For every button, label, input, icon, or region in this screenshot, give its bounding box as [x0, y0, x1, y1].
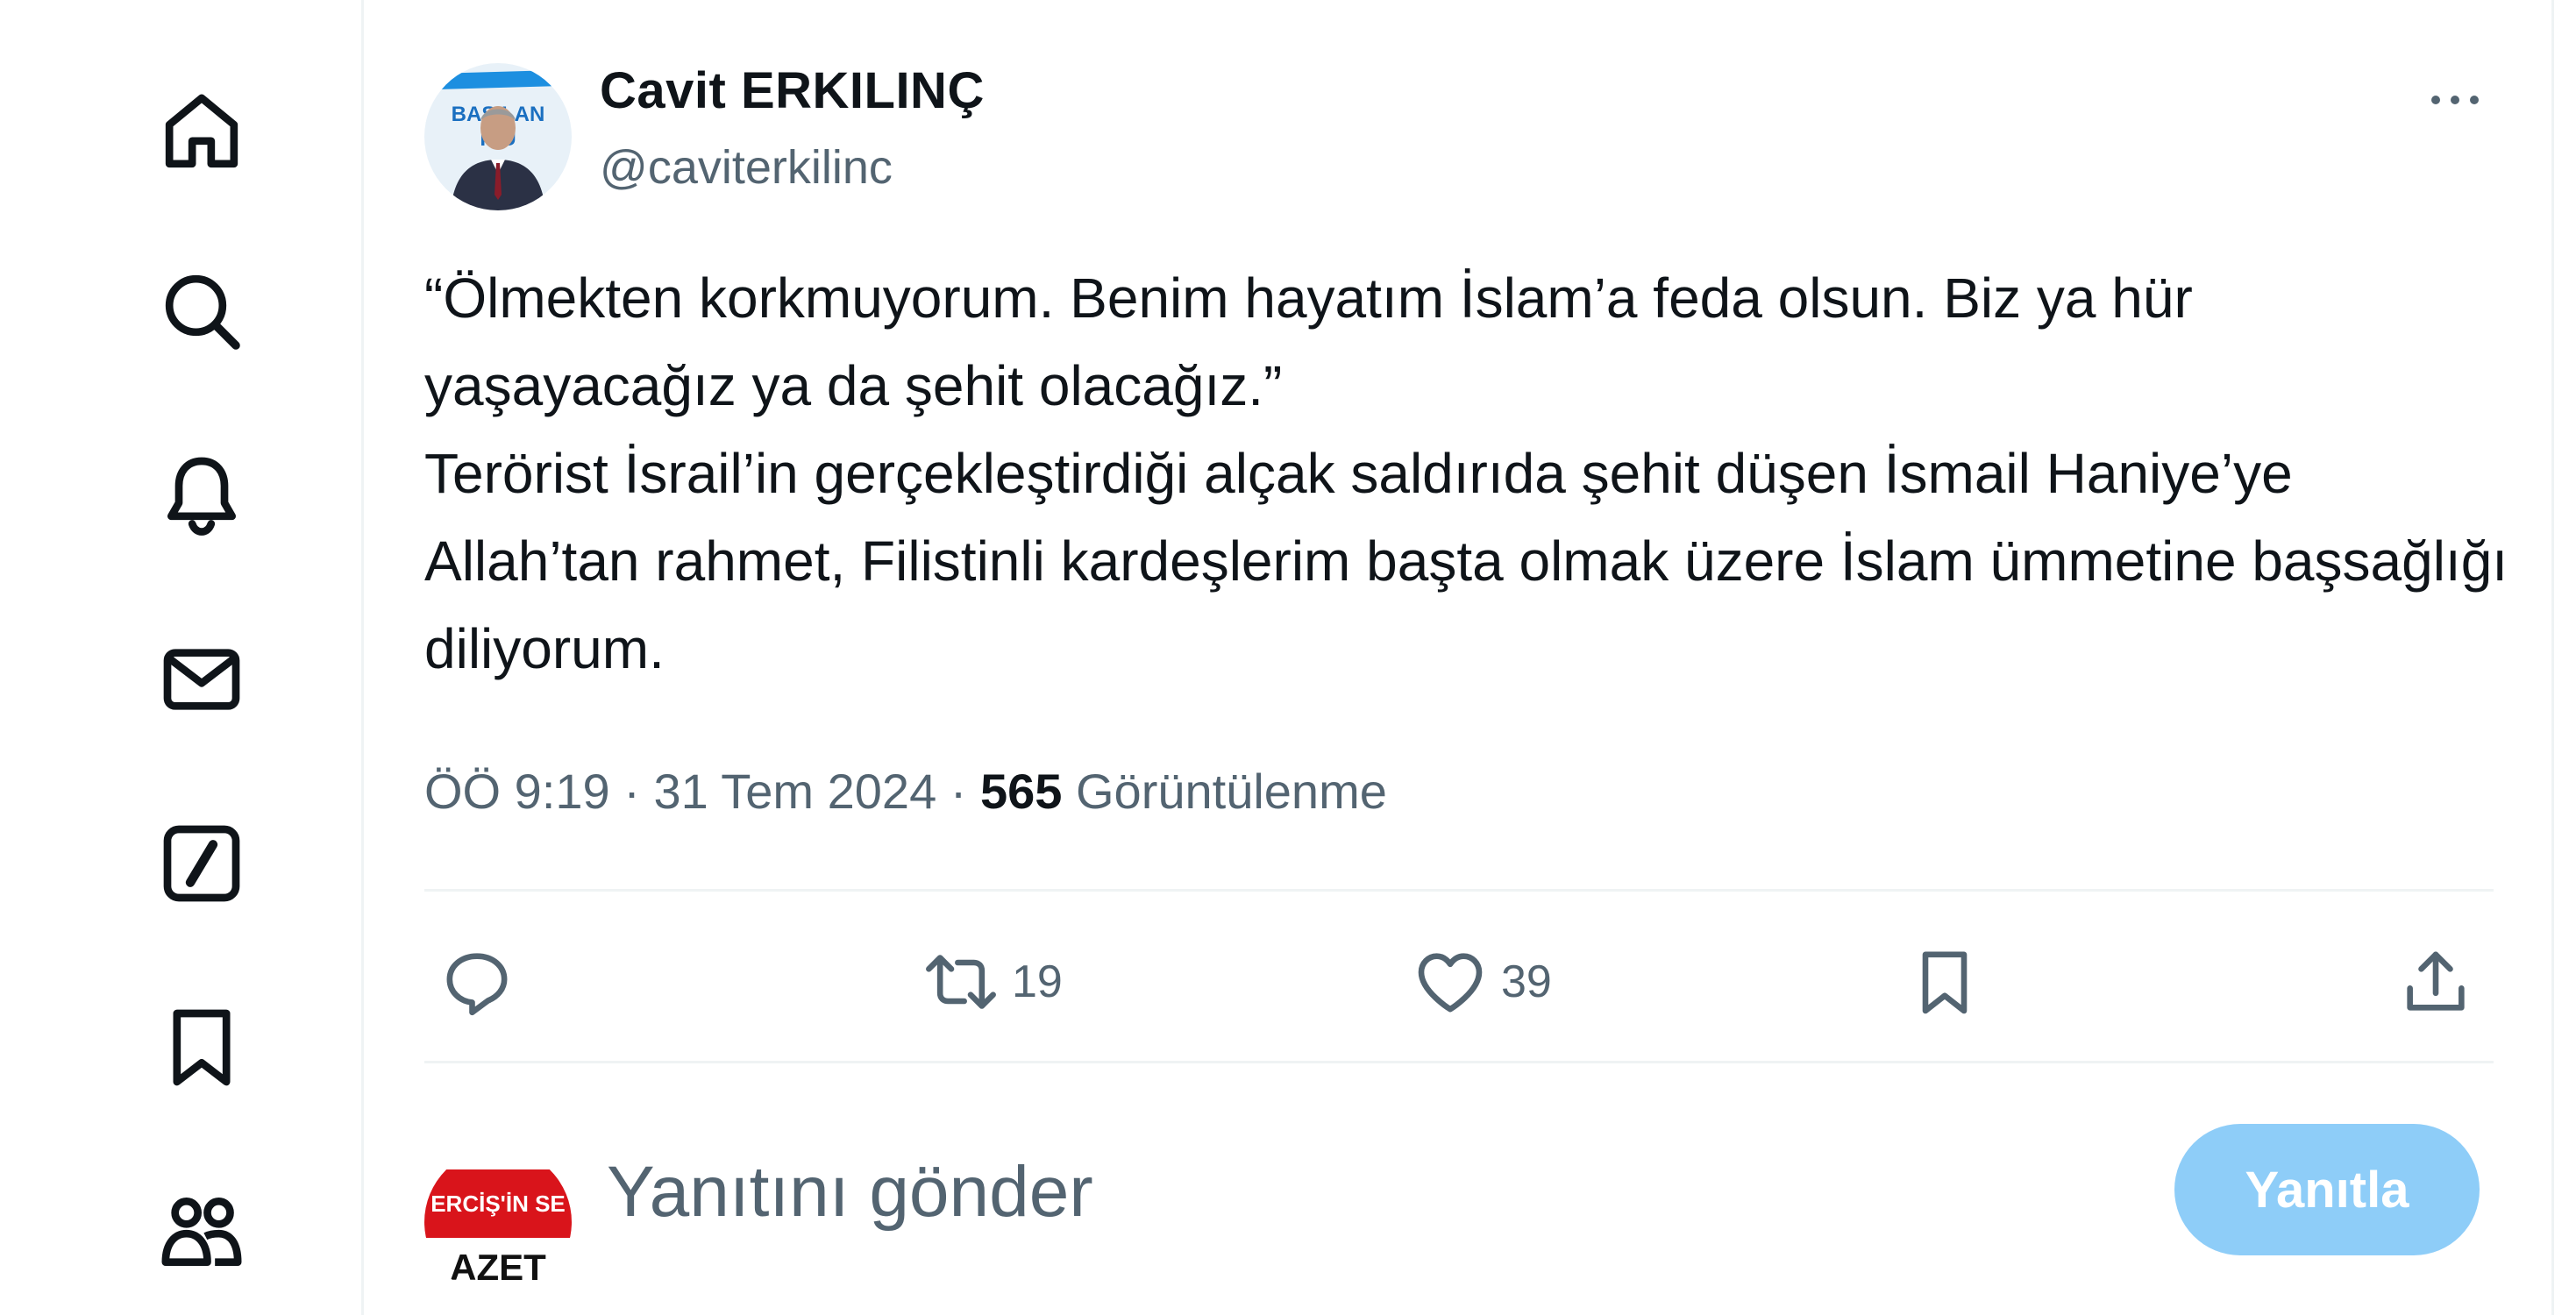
reply-icon [446, 953, 508, 1016]
views-count: 565 [980, 764, 1063, 819]
nav-communities[interactable] [149, 1179, 254, 1284]
tweet-text-body: Terörist İsrail’in gerçekleştirdiği alça… [424, 442, 2508, 680]
divider [424, 1061, 2494, 1063]
share-icon [2407, 951, 2465, 1011]
tweet-time[interactable]: ÖÖ 9:19 [424, 764, 610, 819]
divider [424, 889, 2494, 892]
bookmark-action[interactable] [1906, 938, 1983, 1026]
search-icon [165, 274, 240, 350]
svg-text:ERCİŞ'İN SE: ERCİŞ'İN SE [431, 1191, 566, 1217]
author-handle[interactable]: @caviterkilinc [600, 140, 893, 195]
retweet-action[interactable]: 19 [922, 938, 1063, 1026]
home-icon [165, 94, 238, 168]
bookmark-icon [1922, 951, 1968, 1014]
bell-icon [167, 457, 236, 536]
share-action[interactable] [2397, 938, 2474, 1026]
author-avatar[interactable]: BAŞ LAN K U [424, 63, 572, 210]
reply-avatar[interactable]: ERCİŞ'İN SE AZET [424, 1148, 572, 1296]
svg-text:AZET: AZET [450, 1247, 546, 1288]
meta-separator: · [623, 764, 640, 819]
grok-icon [163, 825, 240, 902]
reply-input[interactable]: Yanıtını gönder [607, 1148, 1093, 1236]
nav-notifications[interactable] [149, 443, 254, 548]
tweet-text-quote: “Ölmekten korkmuyorum. Benim hayatım İsl… [424, 267, 2193, 417]
mail-icon [163, 649, 240, 710]
more-icon [2431, 96, 2479, 104]
like-action[interactable]: 39 [1412, 938, 1552, 1026]
author-avatar-image: BAŞ LAN K U [424, 63, 572, 210]
retweet-icon [926, 955, 996, 1009]
nav-grok[interactable] [149, 811, 254, 916]
views-label: Görüntülenme [1076, 764, 1387, 819]
more-options-button[interactable] [2420, 74, 2490, 126]
nav-messages[interactable] [149, 627, 254, 732]
tweet-date[interactable]: 31 Tem 2024 [653, 764, 936, 819]
meta-separator: · [950, 764, 967, 819]
sidebar-nav [0, 0, 364, 1315]
heart-icon [1418, 953, 1483, 1013]
tweet-detail: BAŞ LAN K U Cavit ERKILINÇ @caviterkilin… [361, 0, 2554, 1315]
author-name[interactable]: Cavit ERKILINÇ [600, 61, 985, 120]
nav-home[interactable] [149, 79, 254, 184]
reply-avatar-image: ERCİŞ'İN SE AZET [424, 1148, 572, 1296]
communities-icon [161, 1198, 242, 1266]
nav-explore[interactable] [149, 259, 254, 364]
reply-action[interactable] [438, 938, 528, 1026]
tweet-text: “Ölmekten korkmuyorum. Benim hayatım İsl… [424, 254, 2511, 693]
nav-bookmarks[interactable] [149, 995, 254, 1100]
bookmark-icon [173, 1009, 231, 1086]
retweet-count: 19 [1012, 956, 1063, 1007]
like-count: 39 [1501, 956, 1552, 1007]
tweet-meta: ÖÖ 9:19 · 31 Tem 2024 · 565 Görüntülenme [424, 763, 1387, 820]
reply-submit-button[interactable]: Yanıtla [2174, 1124, 2480, 1255]
